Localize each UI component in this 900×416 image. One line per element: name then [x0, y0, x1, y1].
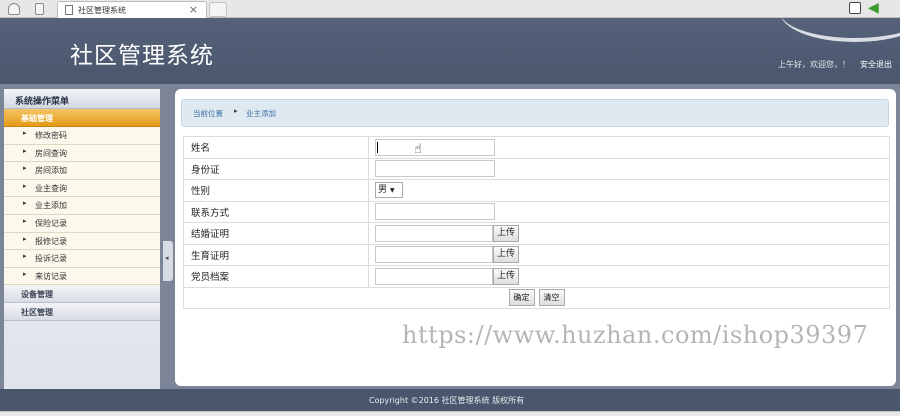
tab-title: 社区管理系统: [78, 6, 126, 15]
birth-label: 生育证明: [183, 243, 369, 266]
copyright-text: Copyright ©2016 社区管理系统 版权所有: [369, 396, 525, 405]
sidebar-item-room-query[interactable]: ▸ 房间查询: [4, 144, 160, 163]
birth-file-field[interactable]: [375, 246, 493, 264]
gender-label: 性别: [183, 179, 369, 202]
breadcrumb-page[interactable]: 业主添加: [246, 108, 276, 119]
contact-input[interactable]: [375, 203, 495, 221]
text-cursor: [377, 142, 378, 153]
bullet-arrow-icon: ▸: [23, 216, 27, 225]
sidebar-item-change-password[interactable]: ▸ 修改密码: [4, 127, 160, 145]
name-input[interactable]: [375, 138, 495, 156]
marriage-file-field[interactable]: [375, 224, 493, 242]
bullet-arrow-icon: ▸: [23, 252, 27, 261]
tab-close-icon[interactable]: ×: [189, 3, 198, 16]
party-upload-button[interactable]: 上传: [493, 267, 520, 285]
contact-label: 联系方式: [183, 200, 369, 223]
form-row-contact: 联系方式: [183, 200, 890, 223]
bullet-arrow-icon: ▸: [23, 181, 27, 190]
clear-button[interactable]: 清空: [538, 289, 565, 307]
footer: Copyright ©2016 社区管理系统 版权所有: [0, 389, 900, 411]
bullet-arrow-icon: ▸: [23, 199, 27, 208]
sidebar-group-community[interactable]: 社区管理: [4, 303, 160, 322]
form-row-party: 党员档案 上传: [183, 265, 890, 288]
sidebar-group-equipment[interactable]: 设备管理: [4, 285, 160, 304]
sidebar-title: 系统操作菜单: [4, 89, 160, 109]
page-icon: [65, 5, 73, 15]
bullet-arrow-icon: ▸: [23, 129, 27, 137]
party-file-field[interactable]: [375, 267, 493, 285]
sidebar-item-owner-query[interactable]: ▸ 业主查询: [4, 179, 160, 198]
bullet-arrow-icon: ▸: [23, 164, 27, 173]
new-tab-button[interactable]: [209, 2, 227, 17]
sidebar-item-repair-records[interactable]: ▸ 报修记录: [4, 232, 160, 251]
party-label: 党员档案: [183, 265, 369, 288]
bullet-arrow-icon: ▸: [23, 269, 27, 278]
form-row-name: 姓名 ☝: [183, 136, 890, 159]
marriage-label: 结婚证明: [183, 222, 369, 245]
sidebar-item-complaint-records[interactable]: ▸ 投诉记录: [4, 250, 160, 268]
bullet-arrow-icon: ▸: [23, 146, 27, 155]
form-row-gender: 性别 男 ▼: [183, 179, 890, 202]
greeting-text: 上午好，欢迎您，！: [778, 60, 850, 69]
sidebar-item-insurance-records[interactable]: ▸ 保险记录: [4, 214, 160, 233]
id-label: 身份证: [183, 157, 369, 180]
sidebar-item-owner-add[interactable]: ▸ 业主添加: [4, 197, 160, 215]
breadcrumb-separator-icon: ▸: [234, 107, 238, 115]
logout-link[interactable]: 安全退出: [860, 59, 892, 70]
sidebar-collapse-handle[interactable]: ◂: [163, 241, 173, 281]
breadcrumb-current: 当前位置: [193, 109, 223, 118]
app-title: 社区管理系统: [70, 43, 214, 69]
sidebar-item-room-add[interactable]: ▸ 房间添加: [4, 162, 160, 180]
owner-add-form: 姓名 ☝ 身份证 性别 男 ▼ 联系方式 结婚证明 上传 生育证明 上传 党员档…: [183, 136, 890, 309]
confirm-button[interactable]: 确定: [508, 289, 535, 307]
form-row-id: 身份证: [183, 157, 890, 180]
gender-select[interactable]: 男 ▼: [375, 182, 403, 199]
birth-upload-button[interactable]: 上传: [493, 246, 520, 264]
id-input[interactable]: [375, 160, 495, 178]
watermark: https://www.huzhan.com/ishop39397: [402, 321, 869, 349]
app-header: 社区管理系统 上午好，欢迎您，！ 安全退出: [0, 18, 900, 84]
dropdown-caret-icon: ▼: [390, 187, 395, 195]
browser-status-bar: [0, 411, 900, 416]
hand-pointer-icon: ☝: [414, 142, 422, 157]
bullet-arrow-icon: ▸: [23, 234, 27, 243]
name-label: 姓名: [183, 136, 369, 159]
browser-tab[interactable]: 社区管理系统 ×: [57, 1, 207, 18]
form-row-actions: 确定 清空: [183, 286, 890, 309]
marriage-upload-button[interactable]: 上传: [493, 224, 520, 242]
form-row-marriage: 结婚证明 上传: [183, 222, 890, 245]
form-row-birth: 生育证明 上传: [183, 243, 890, 266]
sidebar-group-basic[interactable]: 基础管理: [4, 109, 160, 127]
header-decoration: [780, 0, 900, 42]
sidebar-item-visitor-records[interactable]: ▸ 来访记录: [4, 267, 160, 286]
collapse-arrow-icon: ◂: [165, 254, 169, 262]
breadcrumb: 当前位置 ▸ 业主添加: [181, 99, 889, 127]
sidebar-menu: 系统操作菜单 基础管理 ▸ 修改密码 ▸ 房间查询 ▸ 房间添加 ▸ 业主查询 ▸ 业主添…: [4, 89, 160, 389]
sidebar-toggle-icon[interactable]: [35, 3, 44, 15]
cloud-icon[interactable]: [8, 3, 20, 15]
browser-tab-bar: 社区管理系统 × ◀: [0, 0, 900, 18]
